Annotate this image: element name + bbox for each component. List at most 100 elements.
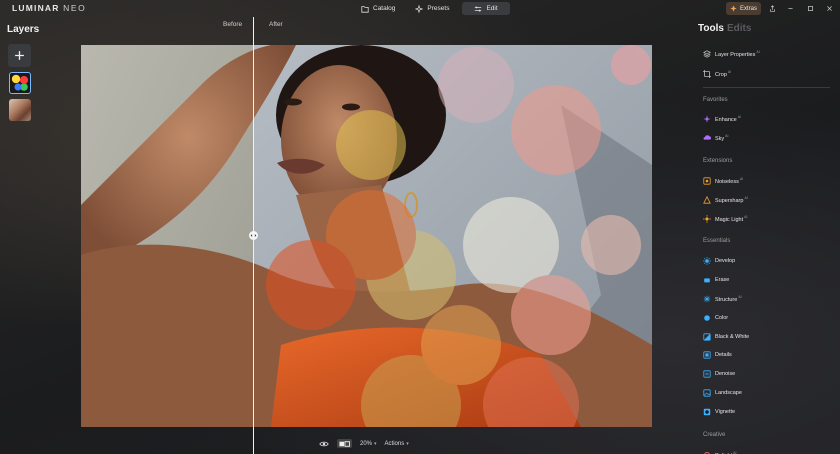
preview-toggle[interactable] [318,439,329,448]
tool-noiseless[interactable]: NoiselessAI [703,176,743,186]
main-nav: Catalog Presets Edit [354,2,510,15]
tool-label: CropAI [715,70,732,78]
share-button[interactable] [767,3,777,13]
compare-divider-handle[interactable] [249,231,258,240]
ai-badge: AI [727,70,732,75]
nav-edit-label: Edit [486,5,498,12]
tool-color[interactable]: Color [703,313,728,323]
extras-label: Extras [739,5,757,12]
tool-develop[interactable]: Develop [703,256,735,266]
cloud-icon [703,134,711,142]
section-extensions: Extensions [703,158,733,164]
section-creative: Creative [703,432,726,438]
magic-light-icon [703,215,711,223]
tool-supersharp[interactable]: SupersharpAI [703,195,748,205]
tool-label: Erase [715,277,730,283]
compare-toggle[interactable] [337,439,352,448]
extras-icon [730,5,737,12]
tool-erase[interactable]: Erase [703,275,729,285]
drag-arrows-icon [250,234,257,237]
noiseless-icon [703,177,711,185]
layer-thumbnail-portrait[interactable] [9,99,31,121]
section-essentials: Essentials [703,238,731,244]
maximize-icon [807,5,813,11]
tools-divider [703,87,830,88]
minimize-button[interactable] [785,3,795,13]
eye-icon [318,441,329,446]
logo-text: LUMINAR [12,3,60,13]
tool-vignette[interactable]: Vignette [703,407,735,417]
maximize-button[interactable] [805,3,815,13]
landscape-icon [703,389,711,397]
close-button[interactable] [824,3,834,13]
tool-sky[interactable]: SkyAI [703,133,728,143]
after-label: After [269,21,283,28]
tool-crop[interactable]: CropAI [703,69,731,79]
eraser-icon [703,276,711,284]
compare-icon [339,440,350,447]
tool-structure[interactable]: StructureAI [703,294,742,304]
actions-dropdown[interactable]: Actions ▾ [385,441,409,447]
tool-label: Magic LightAI [715,215,748,223]
nav-catalog[interactable]: Catalog [354,2,402,15]
tool-label: EnhanceAI [715,115,742,123]
chevron-down-icon: ▾ [374,440,377,447]
ai-badge: AI [756,50,760,55]
supersharp-icon [703,196,711,204]
tab-tools[interactable]: Tools [698,23,724,34]
tool-label: SupersharpAI [715,196,748,204]
before-label: Before [223,21,243,28]
nav-presets[interactable]: Presets [408,2,456,15]
presets-icon [415,4,424,13]
tool-enhance[interactable]: EnhanceAI [703,114,741,124]
ai-badge: AI [725,134,729,139]
layers-stack-icon [703,50,711,58]
layers-title: Layers [7,24,40,35]
details-icon [703,351,711,359]
actions-label: Actions [384,440,405,447]
top-bar: LUMINAR NEO Catalog Presets Edit Extras [0,0,840,17]
chevron-down-icon: ▾ [406,440,409,447]
close-icon [826,5,832,11]
tool-label: Denoise [715,371,736,377]
sliders-icon [475,5,482,12]
structure-icon [703,295,711,303]
share-icon [769,4,775,12]
ai-badge: AI [744,215,748,220]
nav-catalog-label: Catalog [373,5,396,12]
ai-badge: AI [737,115,742,120]
extras-button[interactable]: Extras [726,2,761,15]
layer-thumbnail-bokeh[interactable] [9,72,31,94]
tool-label: StructureAI [715,295,742,303]
tool-denoise[interactable]: Denoise [703,369,735,379]
plus-icon [15,51,24,60]
develop-icon [703,257,711,265]
tool-label: Layer PropertiesAI [715,50,760,58]
zoom-dropdown[interactable]: 20% ▾ [360,441,377,447]
nav-presets-label: Presets [427,5,450,12]
folder-icon [361,5,369,13]
tool-magic-light[interactable]: Magic LightAI [703,214,747,224]
portrait-photo [81,45,652,427]
minimize-icon [787,7,793,9]
tool-landscape[interactable]: Landscape [703,388,742,398]
color-icon [703,314,711,322]
tool-relight[interactable]: RelightAI [703,450,736,454]
ai-badge: AI [738,295,742,300]
add-layer-button[interactable] [8,44,31,67]
tool-label: Develop [715,258,736,264]
vignette-icon [703,408,711,416]
tool-details[interactable]: Details [703,350,732,360]
zoom-value: 20% [360,440,373,447]
logo-suffix: NEO [63,3,87,13]
tool-black-white[interactable]: Black & White [703,332,749,342]
black-white-icon [703,333,711,341]
photo-canvas[interactable] [81,45,652,427]
tool-layer-properties[interactable]: Layer PropertiesAI [703,49,760,59]
tool-label: NoiselessAI [715,177,744,185]
app-logo: LUMINAR NEO [12,3,86,13]
tools-panel-tabs: Tools Edits [698,23,751,34]
nav-edit[interactable]: Edit [462,2,510,15]
tab-edits[interactable]: Edits [727,23,751,34]
ai-badge: AI [739,177,744,182]
